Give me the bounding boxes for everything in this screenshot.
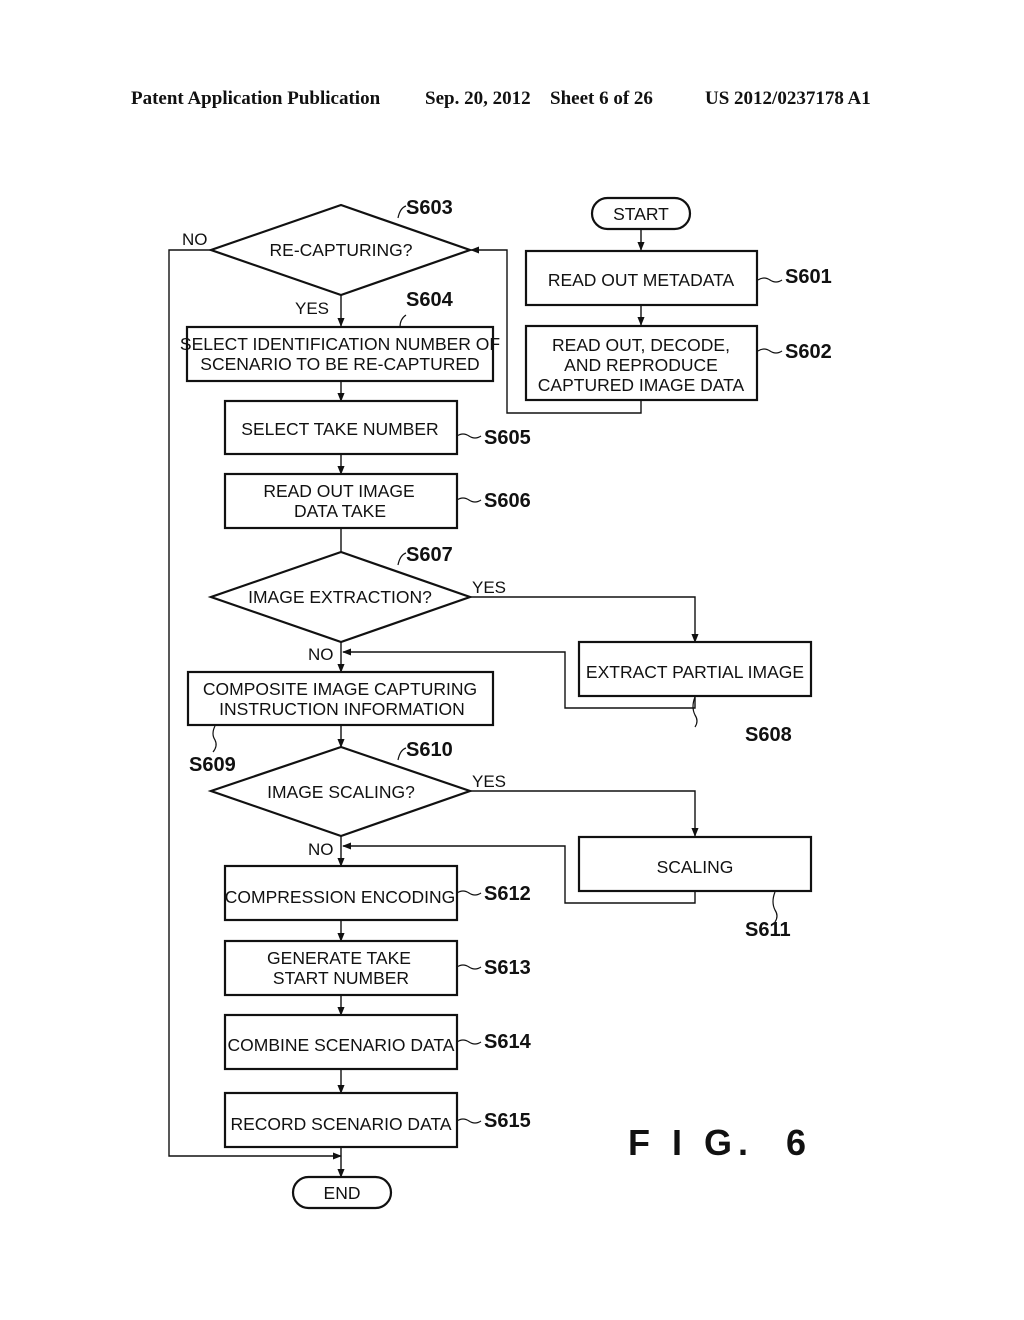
s611-ref: S611 (745, 919, 791, 941)
s606-leader (456, 497, 482, 503)
s613-ref: S613 (484, 957, 531, 979)
s614-text: COMBINE SCENARIO DATA (228, 1035, 455, 1055)
step-s605: SELECT TAKE NUMBER (223, 399, 459, 456)
s613-leader (456, 964, 482, 970)
arrow-s607-yes-to-s608 (470, 596, 699, 643)
s610-no-label: NO (308, 840, 334, 859)
s609-leader (212, 725, 217, 753)
s611-leader (772, 891, 778, 923)
s609-ref: S609 (189, 754, 236, 776)
s607-yes-label: YES (472, 578, 506, 597)
s613-text-line2: START NUMBER (273, 968, 409, 988)
step-s615: RECORD SCENARIO DATA (223, 1091, 459, 1149)
s603-yes-label: YES (295, 299, 329, 318)
s610-ref: S610 (406, 739, 453, 761)
s604-ref: S604 (406, 289, 454, 311)
step-s614: COMBINE SCENARIO DATA (223, 1013, 459, 1071)
step-s602: READ OUT, DECODE, AND REPRODUCE CAPTURED… (524, 324, 759, 402)
s607-text: IMAGE EXTRACTION? (248, 587, 432, 607)
s604-text-line1: SELECT IDENTIFICATION NUMBER OF (180, 334, 500, 354)
s602-text-line2: AND REPRODUCE (564, 355, 718, 375)
step-s612: COMPRESSION ENCODING (223, 864, 459, 922)
s613-text-line1: GENERATE TAKE (267, 948, 411, 968)
s606-text-line1: READ OUT IMAGE (263, 481, 414, 501)
s605-ref: S605 (484, 427, 531, 449)
s603-text: RE-CAPTURING? (270, 240, 413, 260)
s606-text-line2: DATA TAKE (294, 501, 386, 521)
s614-leader (456, 1039, 482, 1045)
step-s601: READ OUT METADATA (524, 249, 759, 307)
start-terminal: START (590, 196, 692, 231)
s608-text: EXTRACT PARTIAL IMAGE (586, 662, 804, 682)
s603-ref: S603 (406, 197, 453, 219)
s601-ref: S601 (785, 266, 832, 288)
s606-ref: S606 (484, 490, 531, 512)
start-label: START (613, 204, 669, 224)
s615-leader (456, 1118, 482, 1124)
s615-ref: S615 (484, 1110, 531, 1132)
s610-text: IMAGE SCALING? (267, 782, 415, 802)
step-s611: SCALING (577, 835, 813, 893)
step-s613: GENERATE TAKE START NUMBER (223, 939, 459, 997)
s612-text: COMPRESSION ENCODING (225, 887, 455, 907)
flowchart: START END READ OUT METADATA READ OUT, DE… (168, 196, 832, 1210)
s602-ref: S602 (785, 341, 832, 363)
figure-label: F I G. 6 (628, 1122, 812, 1163)
s612-ref: S612 (484, 883, 531, 905)
s605-leader (456, 433, 482, 439)
s603-leader (397, 205, 407, 219)
s603-no-label: NO (182, 230, 208, 249)
s604-text-line2: SCENARIO TO BE RE-CAPTURED (200, 354, 479, 374)
s614-ref: S614 (484, 1031, 532, 1053)
s601-leader (757, 277, 783, 283)
s608-ref: S608 (745, 724, 792, 746)
end-terminal: END (291, 1175, 393, 1210)
s602-leader (757, 348, 783, 354)
step-s606: READ OUT IMAGE DATA TAKE (223, 472, 459, 530)
s609-text-line2: INSTRUCTION INFORMATION (219, 699, 465, 719)
arrow-s610-yes-to-s611 (470, 790, 699, 837)
step-s609: COMPOSITE IMAGE CAPTURING INSTRUCTION IN… (186, 670, 495, 727)
end-label: END (324, 1183, 361, 1203)
s609-text-line1: COMPOSITE IMAGE CAPTURING (203, 679, 477, 699)
s602-text-line1: READ OUT, DECODE, (552, 335, 730, 355)
s611-text: SCALING (657, 857, 734, 877)
s605-text: SELECT TAKE NUMBER (241, 419, 438, 439)
s602-text-line3: CAPTURED IMAGE DATA (538, 375, 745, 395)
s604-leader (399, 314, 407, 328)
s607-leader (397, 552, 407, 566)
s615-text: RECORD SCENARIO DATA (230, 1114, 451, 1134)
s610-yes-label: YES (472, 772, 506, 791)
s607-ref: S607 (406, 544, 453, 566)
step-s604: SELECT IDENTIFICATION NUMBER OF SCENARIO… (180, 325, 500, 383)
s601-text: READ OUT METADATA (548, 270, 735, 290)
s612-leader (456, 890, 482, 896)
s610-leader (397, 747, 407, 761)
step-s608: EXTRACT PARTIAL IMAGE (577, 640, 813, 698)
s607-no-label: NO (308, 645, 334, 664)
